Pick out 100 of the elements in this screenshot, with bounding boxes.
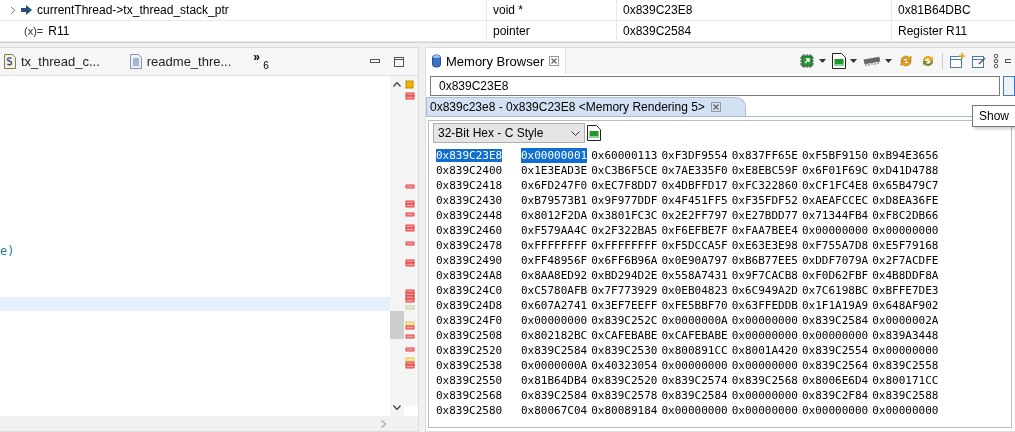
- memory-cell[interactable]: 0x3EF7EEFF: [591, 298, 658, 313]
- memory-cell[interactable]: 0x800891CC: [661, 343, 728, 358]
- memory-cell[interactable]: 0xCAFEBABE: [591, 328, 658, 343]
- pin-window-icon[interactable]: [971, 53, 987, 69]
- memory-cell[interactable]: 0x839C2584: [801, 313, 869, 328]
- scroll-up-icon[interactable]: [393, 82, 401, 87]
- memory-cell[interactable]: 0x839C2558: [872, 358, 939, 373]
- memory-cell[interactable]: 0xF5DCCA5F: [661, 238, 728, 253]
- memory-cell[interactable]: 0xF6EFBE7F: [661, 223, 728, 238]
- memory-cell[interactable]: 0x00000000: [731, 358, 798, 373]
- memory-cell[interactable]: 0x839C2578: [591, 388, 658, 403]
- sync-icon[interactable]: [898, 53, 914, 69]
- memory-cell[interactable]: 0x00000000: [731, 403, 798, 418]
- memory-cell[interactable]: 0x00000000: [801, 328, 869, 343]
- memory-cell[interactable]: 0xF35FDF52: [731, 193, 798, 208]
- memory-cell[interactable]: 0x607A2741: [521, 298, 588, 313]
- memory-cell[interactable]: 0x839C2588: [872, 388, 939, 403]
- memory-cell[interactable]: 0xB79573B1: [521, 193, 588, 208]
- go-button[interactable]: [1003, 76, 1015, 96]
- memory-cell[interactable]: 0x7F773929: [591, 283, 658, 298]
- chip-icon[interactable]: [799, 53, 815, 69]
- memory-cell[interactable]: 0x839C2584: [661, 388, 728, 403]
- memory-cell[interactable]: 0x839A3448: [872, 328, 939, 343]
- memory-cell[interactable]: 0xBD294D2E: [591, 268, 658, 283]
- memory-cell[interactable]: 0xCF1FC4E8: [801, 178, 869, 193]
- memory-cell[interactable]: 0xFAA7BEE4: [731, 223, 798, 238]
- memory-cell[interactable]: 0xF0D62FBF: [801, 268, 869, 283]
- memory-cell[interactable]: 0x802182BC: [521, 328, 588, 343]
- memory-cell[interactable]: 0x839C2584: [521, 343, 588, 358]
- memory-cell[interactable]: 0x1E3EAD3E: [521, 163, 588, 178]
- memory-cell[interactable]: 0xF3DF9554: [661, 148, 728, 163]
- memory-cell[interactable]: 0xFFFFFFFF: [591, 238, 658, 253]
- expand-icon[interactable]: [10, 5, 16, 15]
- memory-cell[interactable]: 0x81B64DB4: [521, 373, 588, 388]
- memory-cell[interactable]: 0x6F01F69C: [801, 163, 869, 178]
- memory-cell[interactable]: 0x2E2FF797: [661, 208, 728, 223]
- memory-cell[interactable]: 0x1F1A19A9: [801, 298, 869, 313]
- memory-cell[interactable]: 0x0000000A: [521, 358, 588, 373]
- memory-cell[interactable]: 0xF579AA4C: [521, 223, 588, 238]
- memory-cell[interactable]: 0x00000000: [661, 358, 728, 373]
- memory-cell[interactable]: 0xB94E3656: [872, 148, 939, 163]
- memory-cell[interactable]: 0x60000113: [591, 148, 658, 163]
- memory-cell[interactable]: 0x80067C04: [521, 403, 588, 418]
- memory-cell[interactable]: 0x839C2574: [661, 373, 728, 388]
- memory-cell[interactable]: 0x00000000: [731, 313, 798, 328]
- memory-cell[interactable]: 0x7AE335F0: [661, 163, 728, 178]
- memory-cell[interactable]: 0xF8C2DB66: [872, 208, 939, 223]
- memory-cell[interactable]: 0x839C252C: [591, 313, 658, 328]
- memory-cell[interactable]: 0x4B8DDF8A: [872, 268, 939, 283]
- memory-cell[interactable]: 0x71344FB4: [801, 208, 869, 223]
- memory-cell[interactable]: 0xDDF7079A: [801, 253, 869, 268]
- memory-cell[interactable]: 0x0000002A: [872, 313, 939, 328]
- memory-cell[interactable]: 0xFC322860: [731, 178, 798, 193]
- memory-cell[interactable]: 0x00000000: [872, 343, 939, 358]
- memory-cell[interactable]: 0xE5F79168: [872, 238, 939, 253]
- memory-cell[interactable]: 0x839C2554: [801, 343, 869, 358]
- editor-tab[interactable]: readme_thre...: [125, 49, 236, 74]
- memory-cell[interactable]: 0x00000000: [731, 328, 798, 343]
- memory-cell[interactable]: 0x839C2530: [591, 343, 658, 358]
- memory-cell[interactable]: 0x839C2F84: [801, 388, 869, 403]
- memory-cell[interactable]: 0x8001A420: [731, 343, 798, 358]
- minimize-icon[interactable]: [1005, 59, 1011, 63]
- memory-cell[interactable]: 0xD41D4788: [872, 163, 939, 178]
- memory-cell[interactable]: 0x8012F2DA: [521, 208, 588, 223]
- memory-cell[interactable]: 0x00000000: [801, 223, 869, 238]
- memory-cell[interactable]: 0xF5BF9150: [801, 148, 869, 163]
- memory-cell[interactable]: 0x65B479C7: [872, 178, 939, 193]
- scrollbar-thumb[interactable]: [390, 311, 404, 339]
- rendering-tab[interactable]: 0x839c23e8 - 0x839C23E8 <Memory Rendering 5>: [426, 97, 746, 116]
- view-menu-icon[interactable]: [993, 53, 999, 69]
- memory-cell[interactable]: 0xEC7F8DD7: [591, 178, 658, 193]
- memory-cell[interactable]: 0xE63E3E98: [731, 238, 798, 253]
- memory-cell[interactable]: 0xFF48956F: [521, 253, 588, 268]
- memory-cell[interactable]: 0x558A7431: [661, 268, 728, 283]
- memory-cell[interactable]: 0x00000000: [872, 223, 939, 238]
- caret-icon[interactable]: [571, 130, 580, 136]
- memory-cell[interactable]: 0x80089184: [591, 403, 658, 418]
- memory-cell[interactable]: 0x0EB04823: [661, 283, 728, 298]
- memory-card-icon[interactable]: [587, 125, 601, 141]
- maximize-icon[interactable]: [394, 56, 404, 67]
- memory-cell[interactable]: 0x837FF65E: [731, 148, 798, 163]
- memory-cell[interactable]: 0x00000000: [872, 403, 939, 418]
- memory-cell[interactable]: 0x00000001: [521, 148, 588, 163]
- memory-card-icon[interactable]: [832, 53, 846, 69]
- editor-tab[interactable]: tx_thread_c...: [0, 49, 104, 74]
- memory-cell[interactable]: 0xE8EBC59F: [731, 163, 798, 178]
- memory-cell[interactable]: 0xCAFEBABE: [661, 328, 728, 343]
- memory-cell[interactable]: 0x63FFEDDB: [731, 298, 798, 313]
- memory-cell[interactable]: 0x40323054: [591, 358, 658, 373]
- new-tab-icon[interactable]: [949, 53, 965, 69]
- memory-cell[interactable]: 0x00000000: [731, 388, 798, 403]
- format-dropdown[interactable]: 32-Bit Hex - C Style: [433, 123, 585, 143]
- memory-cell[interactable]: 0x0E90A797: [661, 253, 728, 268]
- memory-cell[interactable]: 0xF755A7D8: [801, 238, 869, 253]
- memory-cell[interactable]: 0xC3B6F5CE: [591, 163, 658, 178]
- refresh-icon[interactable]: [920, 53, 936, 69]
- memory-cell[interactable]: 0x00000000: [661, 403, 728, 418]
- memory-cell[interactable]: 0x8006E6D4: [801, 373, 869, 388]
- memory-cell[interactable]: 0x6C949A2D: [731, 283, 798, 298]
- memory-cell[interactable]: 0x7C6198BC: [801, 283, 869, 298]
